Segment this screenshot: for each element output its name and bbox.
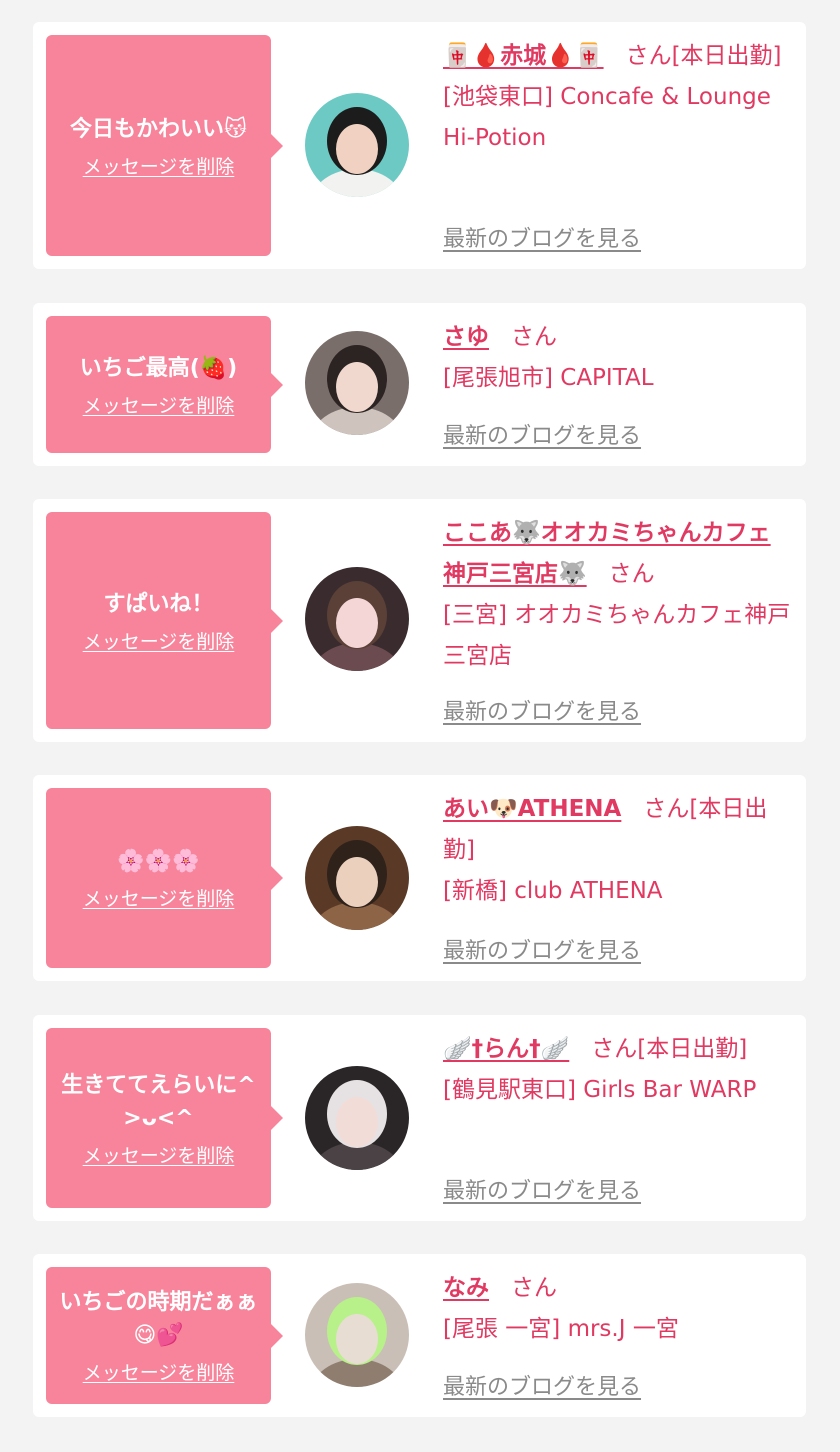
cast-info: あい🐶ATHENA さん[本日出勤] [新橋] club ATHENA: [443, 789, 792, 912]
delete-message-link[interactable]: メッセージを削除: [83, 1358, 235, 1385]
favorite-card: 生きててえらいに^>ᴗ<^ メッセージを削除 🪽†らん†🪽 さん[本日出勤] [鶴見駅東…: [33, 1015, 806, 1221]
latest-blog-link[interactable]: 最新のブログを見る: [443, 1369, 641, 1401]
shop-name: [尾張旭市] CAPITAL: [443, 365, 654, 391]
shop-name: [尾張 一宮] mrs.J 一宮: [443, 1316, 679, 1342]
latest-blog-link[interactable]: 最新のブログを見る: [443, 221, 641, 253]
delete-message-link[interactable]: メッセージを削除: [83, 884, 235, 911]
honorific: さん: [643, 796, 690, 822]
shop-name: [池袋東口] Concafe & Lounge Hi-Potion: [443, 84, 771, 151]
message-bubble: いちご最高(🍓) メッセージを削除: [46, 316, 283, 453]
message-bubble: いちごの時期だぁぁ😋💕 メッセージを削除: [46, 1267, 283, 1404]
cast-name-link[interactable]: 🪽†らん†🪽: [443, 1036, 569, 1062]
cast-name-link[interactable]: さゆ: [443, 324, 489, 350]
cast-info: さゆ さん [尾張旭市] CAPITAL: [443, 317, 792, 399]
cast-name-link[interactable]: あい🐶ATHENA: [443, 796, 621, 822]
cast-info: ここあ🐺オオカミちゃんカフェ神戸三宮店🐺 さん [三宮] オオカミちゃんカフェ神戸三…: [443, 513, 792, 677]
cast-info: 🪽†らん†🪽 さん[本日出勤] [鶴見駅東口] Girls Bar WARP: [443, 1029, 792, 1111]
honorific: さん: [625, 43, 672, 69]
cast-name-link[interactable]: なみ: [443, 1275, 489, 1301]
favorite-card: いちご最高(🍓) メッセージを削除 さゆ さん [尾張旭市] CAPITAL 最新のブログ…: [33, 303, 806, 466]
shop-name: [鶴見駅東口] Girls Bar WARP: [443, 1077, 757, 1103]
message-bubble: 生きててえらいに^>ᴗ<^ メッセージを削除: [46, 1028, 283, 1208]
honorific: さん: [511, 324, 557, 350]
latest-blog-link[interactable]: 最新のブログを見る: [443, 418, 641, 450]
cast-name-link[interactable]: ここあ🐺オオカミちゃんカフェ神戸三宮店🐺: [443, 520, 771, 587]
message-text: すぱいね！: [103, 591, 214, 617]
message-bubble: 🌸🌸🌸 メッセージを削除: [46, 788, 283, 968]
message-text: 生きててえらいに^>ᴗ<^: [61, 1072, 256, 1131]
favorite-card: 今日もかわいい😽 メッセージを削除 🀄🩸赤城🩸🀄 さん[本日出勤] [池袋東口] Con…: [33, 22, 806, 269]
message-text: いちごの時期だぁぁ😋💕: [59, 1290, 258, 1348]
favorites-list: 今日もかわいい😽 メッセージを削除 🀄🩸赤城🩸🀄 さん[本日出勤] [池袋東口] Con…: [0, 0, 840, 1452]
attendance-status: [本日出勤]: [637, 1036, 748, 1062]
avatar[interactable]: [305, 93, 409, 197]
avatar[interactable]: [305, 826, 409, 930]
honorific: さん: [511, 1275, 557, 1301]
latest-blog-link[interactable]: 最新のブログを見る: [443, 933, 641, 965]
message-text: いちご最高(🍓): [79, 355, 238, 381]
shop-name: [新橋] club ATHENA: [443, 878, 663, 904]
cast-info: 🀄🩸赤城🩸🀄 さん[本日出勤] [池袋東口] Concafe & Lounge Hi…: [443, 36, 792, 159]
cast-info: なみ さん [尾張 一宮] mrs.J 一宮: [443, 1268, 792, 1350]
shop-name: [三宮] オオカミちゃんカフェ神戸三宮店: [443, 602, 791, 669]
cast-name-link[interactable]: 🀄🩸赤城🩸🀄: [443, 43, 604, 69]
delete-message-link[interactable]: メッセージを削除: [83, 1141, 235, 1168]
delete-message-link[interactable]: メッセージを削除: [83, 627, 235, 654]
delete-message-link[interactable]: メッセージを削除: [83, 391, 235, 418]
latest-blog-link[interactable]: 最新のブログを見る: [443, 694, 641, 726]
attendance-status: [本日出勤]: [671, 43, 782, 69]
delete-message-link[interactable]: メッセージを削除: [83, 152, 235, 179]
honorific: さん: [608, 561, 655, 587]
favorite-card: 🌸🌸🌸 メッセージを削除 あい🐶ATHENA さん[本日出勤] [新橋] club AT…: [33, 775, 806, 981]
latest-blog-link[interactable]: 最新のブログを見る: [443, 1173, 641, 1205]
honorific: さん: [591, 1036, 638, 1062]
message-text: 今日もかわいい😽: [70, 116, 247, 142]
avatar[interactable]: [305, 331, 409, 435]
message-text: 🌸🌸🌸: [117, 849, 200, 874]
favorite-card: いちごの時期だぁぁ😋💕 メッセージを削除 なみ さん [尾張 一宮] mrs.J 一宮最…: [33, 1254, 806, 1417]
message-bubble: 今日もかわいい😽 メッセージを削除: [46, 35, 283, 256]
avatar[interactable]: [305, 1066, 409, 1170]
favorite-card: すぱいね！ メッセージを削除 ここあ🐺オオカミちゃんカフェ神戸三宮店🐺 さん [三宮] …: [33, 499, 806, 742]
avatar[interactable]: [305, 1283, 409, 1387]
avatar[interactable]: [305, 567, 409, 671]
message-bubble: すぱいね！ メッセージを削除: [46, 512, 283, 729]
